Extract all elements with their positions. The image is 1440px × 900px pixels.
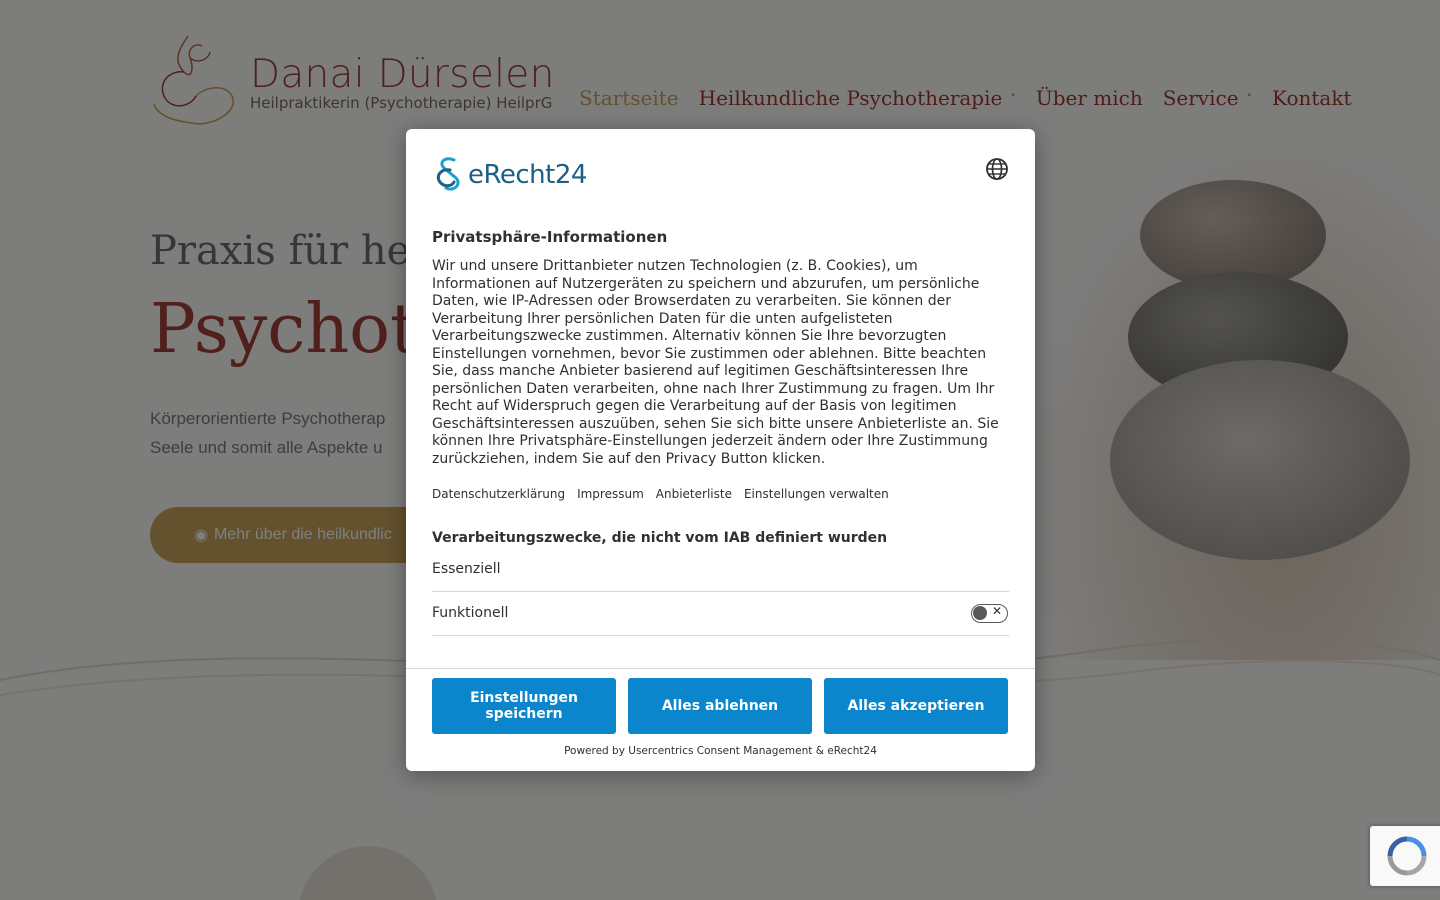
close-icon: ✕: [991, 603, 1002, 618]
link-datenschutzerklaerung[interactable]: Datenschutzerklärung: [432, 487, 565, 501]
deny-all-button[interactable]: Alles ablehnen: [628, 678, 812, 734]
dialog-title: Privatsphäre-Informationen: [432, 228, 668, 246]
link-anbieterliste[interactable]: Anbieterliste: [656, 487, 732, 501]
link-impressum[interactable]: Impressum: [577, 487, 644, 501]
link-einstellungen-verwalten[interactable]: Einstellungen verwalten: [744, 487, 889, 501]
purposes-heading: Verarbeitungszwecke, die nicht vom IAB d…: [432, 530, 888, 546]
language-globe-icon[interactable]: [985, 157, 1009, 181]
recaptcha-badge[interactable]: [1370, 826, 1440, 886]
accept-all-button[interactable]: Alles akzeptieren: [824, 678, 1008, 734]
dialog-links: Datenschutzerklärung Impressum Anbieterl…: [432, 487, 889, 501]
funktionell-toggle[interactable]: ✕: [971, 603, 1008, 623]
paragraph-logo-icon: [436, 157, 460, 191]
recaptcha-icon: [1387, 836, 1427, 876]
save-settings-button[interactable]: Einstellungen speichern: [432, 678, 616, 734]
dialog-description: Wir und unsere Drittanbieter nutzen Tech…: [432, 258, 999, 467]
erecht24-logo: eRecht24: [432, 155, 587, 195]
dialog-footer: Einstellungen speichern Alles ablehnen A…: [406, 668, 1035, 771]
purpose-label: Funktionell: [432, 605, 509, 621]
toggle-knob: [973, 605, 987, 620]
purpose-row-essenziell[interactable]: Essenziell: [432, 547, 1009, 592]
purpose-row-funktionell[interactable]: Funktionell ✕: [432, 591, 1009, 636]
brand-name: eRecht24: [468, 160, 587, 190]
dialog-buttons: Einstellungen speichern Alles ablehnen A…: [432, 678, 1008, 734]
consent-dialog: eRecht24 Privatsphäre-Informationen Wir …: [406, 129, 1035, 771]
powered-by-text: Powered by Usercentrics Consent Manageme…: [564, 745, 877, 757]
purpose-label: Essenziell: [432, 561, 501, 577]
